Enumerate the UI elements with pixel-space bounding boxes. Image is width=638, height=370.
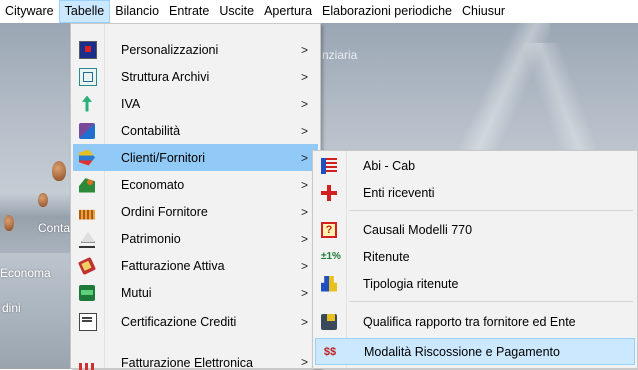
background-title: nziaria — [322, 48, 358, 62]
menu-tabelle[interactable]: Tabelle — [58, 0, 111, 23]
menu-item-fatturazione-elettronica[interactable]: Fatturazione Elettronica > — [73, 355, 318, 370]
background-label-economa[interactable]: Economa — [0, 266, 51, 280]
menu-item-fatturazione-attiva[interactable]: Fatturazione Attiva > — [73, 252, 318, 279]
submenu-item-tipologia-ritenute[interactable]: Tipologia ritenute — [315, 270, 635, 297]
menu-bilancio[interactable]: Bilancio — [110, 0, 164, 23]
menu-uscite[interactable]: Uscite — [214, 0, 259, 23]
menu-item-label: Economato — [121, 177, 185, 192]
menu-item-certificazione-crediti[interactable]: Certificazione Crediti > — [73, 308, 318, 335]
chevron-right-icon: > — [300, 355, 308, 369]
loans-icon — [79, 284, 95, 301]
menu-item-label: Ordini Fornitore — [121, 204, 208, 219]
submenu-item-ritenute[interactable]: ±1% Ritenute — [315, 243, 635, 270]
clienti-fornitori-submenu: Abi - Cab Enti riceventi ? Causali Model… — [312, 150, 638, 369]
chevron-right-icon: > — [300, 285, 308, 300]
payment-methods-icon: $$ — [323, 345, 337, 358]
menu-item-label: Patrimonio — [121, 231, 181, 246]
menu-item-label: Causali Modelli 770 — [363, 222, 473, 237]
chevron-right-icon: > — [300, 96, 308, 111]
accounting-icon — [79, 122, 95, 139]
menu-item-contabilita[interactable]: Contabilità > — [73, 117, 318, 144]
menu-item-clienti-fornitori[interactable]: Clienti/Fornitori > — [73, 144, 318, 171]
menu-chiusura[interactable]: Chiusur — [457, 0, 510, 23]
chevron-right-icon: > — [300, 123, 308, 138]
menu-item-label: Fatturazione Attiva — [121, 258, 225, 273]
tabelle-menu: Personalizzazioni > Struttura Archivi > … — [70, 23, 321, 370]
receiving-entities-icon — [321, 184, 337, 201]
menu-elaborazioni-periodiche[interactable]: Elaborazioni periodiche — [317, 0, 457, 23]
menu-item-label: IVA — [121, 96, 141, 111]
menu-entrate[interactable]: Entrate — [164, 0, 214, 23]
chevron-right-icon: > — [300, 150, 308, 165]
decorative-figure — [4, 215, 14, 231]
menu-item-label: Abi - Cab — [363, 158, 416, 173]
menu-item-label: Qualifica rapporto tra fornitore ed Ente — [363, 314, 576, 329]
menu-apertura[interactable]: Apertura — [259, 0, 317, 23]
background-label-dini[interactable]: dini — [2, 301, 21, 315]
decorative-figure — [38, 193, 48, 207]
economato-icon — [79, 178, 95, 193]
patrimony-icon — [79, 230, 95, 248]
withholding-types-icon — [321, 275, 337, 292]
menu-item-patrimonio[interactable]: Patrimonio > — [73, 225, 318, 252]
causali-770-icon: ? — [321, 221, 337, 238]
chevron-right-icon: > — [300, 42, 308, 57]
menu-item-personalizzazioni[interactable]: Personalizzazioni > — [73, 36, 318, 63]
menu-item-label: Clienti/Fornitori — [121, 150, 206, 165]
electronic-invoicing-icon — [79, 363, 95, 370]
submenu-item-abi-cab[interactable]: Abi - Cab — [315, 152, 635, 179]
menu-item-label: Certificazione Crediti — [121, 314, 237, 329]
submenu-item-causali-modelli-770[interactable]: ? Causali Modelli 770 — [315, 216, 635, 243]
credit-certification-icon — [79, 312, 97, 331]
menu-item-label: Personalizzazioni — [121, 42, 219, 57]
menu-item-label: Fatturazione Elettronica — [121, 356, 254, 370]
chevron-right-icon: > — [300, 177, 308, 192]
menu-item-label: Mutui — [121, 285, 152, 300]
chevron-right-icon: > — [300, 231, 308, 246]
clients-suppliers-icon — [79, 149, 95, 166]
background-label-conta[interactable]: Conta — [38, 221, 70, 235]
menu-item-mutui[interactable]: Mutui > — [73, 279, 318, 306]
menu-item-label: Struttura Archivi — [121, 69, 210, 84]
menu-item-label: Modalità Riscossione e Pagamento — [364, 344, 560, 359]
chevron-right-icon: > — [300, 314, 308, 329]
menu-item-label: Ritenute — [363, 249, 410, 264]
chevron-right-icon: > — [300, 258, 308, 273]
abi-cab-icon — [321, 157, 337, 174]
submenu-item-qualifica-rapporto[interactable]: Qualifica rapporto tra fornitore ed Ente — [315, 308, 635, 335]
menu-separator — [349, 210, 633, 211]
supplier-orders-icon — [79, 209, 95, 220]
chevron-right-icon: > — [300, 69, 308, 84]
menu-item-label: Enti riceventi — [363, 185, 435, 200]
menu-item-economato[interactable]: Economato > — [73, 171, 318, 198]
submenu-item-modalita-riscossione-pagamento[interactable]: $$ Modalità Riscossione e Pagamento — [315, 338, 635, 365]
menu-item-iva[interactable]: IVA > — [73, 90, 318, 117]
relationship-qualification-icon — [321, 313, 337, 330]
menu-bar: Cityware Tabelle Bilancio Entrate Uscite… — [0, 0, 638, 23]
submenu-item-enti-riceventi[interactable]: Enti riceventi — [315, 179, 635, 206]
iva-icon — [79, 96, 95, 112]
menu-item-ordini-fornitore[interactable]: Ordini Fornitore > — [73, 198, 318, 225]
archive-structure-icon — [79, 67, 97, 86]
decorative-figure — [52, 161, 66, 181]
chevron-right-icon: > — [300, 204, 308, 219]
menu-item-label: Contabilità — [121, 123, 181, 138]
menu-separator — [349, 301, 633, 302]
withholding-icon: ±1% — [321, 250, 341, 262]
active-invoicing-icon — [77, 256, 97, 275]
menu-cityware[interactable]: Cityware — [0, 0, 59, 23]
personalization-icon — [79, 40, 97, 59]
menu-item-label: Tipologia ritenute — [363, 276, 459, 291]
menu-item-struttura-archivi[interactable]: Struttura Archivi > — [73, 63, 318, 90]
